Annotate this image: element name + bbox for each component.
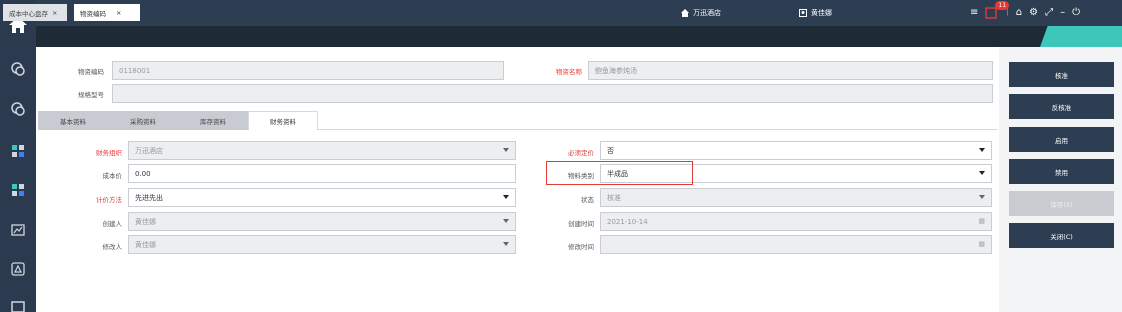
creator-label: 创建人	[102, 220, 123, 228]
creator-value: 黄佳娜	[135, 217, 156, 226]
category-highlight-box	[546, 161, 693, 185]
gear-icon[interactable]: ⚙	[1029, 7, 1038, 18]
app-window: 万迅酒店 黄佳娜 ≡ 11 | ⌂ ⚙ ⤢ – ⏻ 成本中心盘存 × 物资编码 …	[0, 0, 1122, 312]
top-bar: 万迅酒店 黄佳娜 ≡ 11 | ⌂ ⚙ ⤢ – ⏻	[36, 0, 1122, 26]
lock-icon[interactable]: ⌂	[1016, 7, 1022, 18]
menu-icon[interactable]: ≡	[970, 7, 978, 18]
status-value: 核准	[607, 193, 621, 202]
power-icon[interactable]: ⏻	[1072, 7, 1080, 18]
must-price-value: 否	[607, 146, 614, 155]
window-tools: ≡ 11 | ⌂ ⚙ ⤢ – ⏻	[970, 1, 1080, 19]
approve-button[interactable]: 核准	[1009, 62, 1114, 87]
created-time-value: 2021-10-14	[607, 217, 648, 226]
button-label: 禁用	[1055, 168, 1068, 177]
method-value: 先进先出	[135, 193, 163, 202]
name-field[interactable]: 鲍鱼海参炖汤	[588, 61, 993, 80]
subtab-purchase[interactable]: 采购资料	[108, 111, 178, 130]
status-select: 核准	[600, 188, 992, 207]
notification-badge: 11	[995, 1, 1010, 10]
home-small-icon	[681, 9, 689, 17]
modifier-label: 修改人	[102, 243, 123, 251]
cost-value: 0.00	[135, 169, 151, 178]
notification-icon[interactable]: 11	[985, 1, 1010, 19]
close-icon[interactable]: ×	[52, 9, 57, 17]
must-price-label: 必须定价	[568, 149, 594, 157]
org-select[interactable]: 万迅酒店	[128, 141, 516, 160]
modified-time-label: 修改时间	[568, 243, 594, 251]
modified-time-field: ▦	[600, 235, 992, 254]
accent-shape-fill	[1070, 26, 1122, 47]
code-value: 0118001	[119, 66, 151, 75]
cost-label: 成本价	[102, 172, 123, 180]
save-button[interactable]: 保存(S)	[1009, 191, 1114, 216]
nav-window-icon[interactable]	[0, 296, 36, 312]
subtab-label: 财务资料	[270, 118, 296, 126]
button-label: 启用	[1055, 136, 1068, 145]
subtab-label: 采购资料	[130, 117, 156, 126]
expand-icon[interactable]: ⤢	[1045, 7, 1053, 18]
user-menu[interactable]: 黄佳娜	[799, 8, 832, 18]
org-label: 财务组织	[96, 149, 122, 157]
calendar-icon: ▦	[978, 240, 985, 248]
modifier-value: 黄佳娜	[135, 240, 156, 249]
unapprove-button[interactable]: 反核准	[1009, 94, 1114, 119]
modifier-select: 黄佳娜	[128, 235, 516, 254]
org-value: 万迅酒店	[135, 146, 163, 155]
button-label: 保存(S)	[1050, 200, 1073, 209]
disable-button[interactable]: 禁用	[1009, 159, 1114, 184]
sub-tab-bar: 基本资料 采购资料 库存资料 财务资料	[38, 111, 998, 130]
code-field: 0118001	[112, 61, 504, 80]
nav-money-icon[interactable]	[0, 58, 36, 80]
spec-field[interactable]	[112, 84, 993, 103]
must-price-select[interactable]: 否	[600, 141, 992, 160]
subtab-label: 库存资料	[200, 117, 226, 126]
created-time-label: 创建时间	[568, 220, 594, 228]
creator-select: 黄佳娜	[128, 212, 516, 231]
tab-strip	[36, 26, 1122, 47]
name-label: 物资名称	[556, 68, 582, 76]
subtab-finance[interactable]: 财务资料	[248, 111, 318, 130]
nav-report-icon[interactable]	[0, 258, 36, 280]
tab-label: 物资编码	[80, 9, 106, 18]
method-select[interactable]: 先进先出	[128, 188, 516, 207]
left-nav-rail	[0, 0, 36, 312]
code-label: 物资编码	[78, 68, 104, 76]
tab-cost-center[interactable]: 成本中心盘存 ×	[3, 4, 67, 21]
nav-chart-icon[interactable]	[0, 219, 36, 241]
button-label: 关闭(C)	[1050, 232, 1073, 241]
button-label: 反核准	[1051, 103, 1072, 112]
spec-label: 规格型号	[78, 91, 104, 99]
method-label: 计价方法	[96, 196, 122, 204]
calendar-icon: ▦	[978, 217, 985, 225]
cost-input[interactable]: 0.00	[128, 164, 516, 183]
tab-material-code[interactable]: 物资编码 ×	[74, 4, 140, 21]
tab-label: 成本中心盘存	[9, 9, 48, 18]
name-value: 鲍鱼海参炖汤	[595, 66, 637, 75]
nav-apps-icon[interactable]	[0, 179, 36, 201]
store-switcher[interactable]: 万迅酒店	[681, 8, 721, 18]
enable-button[interactable]: 启用	[1009, 127, 1114, 152]
user-name: 黄佳娜	[811, 9, 832, 17]
subtab-label: 基本资料	[60, 117, 86, 126]
user-icon	[799, 9, 807, 17]
store-name: 万迅酒店	[693, 9, 721, 17]
nav-finance-icon[interactable]	[0, 98, 36, 120]
created-time-field: 2021-10-14 ▦	[600, 212, 992, 231]
nav-modules-icon[interactable]	[0, 140, 36, 162]
button-label: 核准	[1055, 71, 1068, 80]
close-button[interactable]: 关闭(C)	[1009, 223, 1114, 248]
subtab-inventory[interactable]: 库存资料	[178, 111, 248, 130]
close-icon[interactable]: ×	[116, 9, 121, 17]
minimize-icon[interactable]: –	[1060, 7, 1065, 18]
subtab-basic[interactable]: 基本资料	[38, 111, 108, 130]
status-label: 状态	[581, 196, 594, 204]
